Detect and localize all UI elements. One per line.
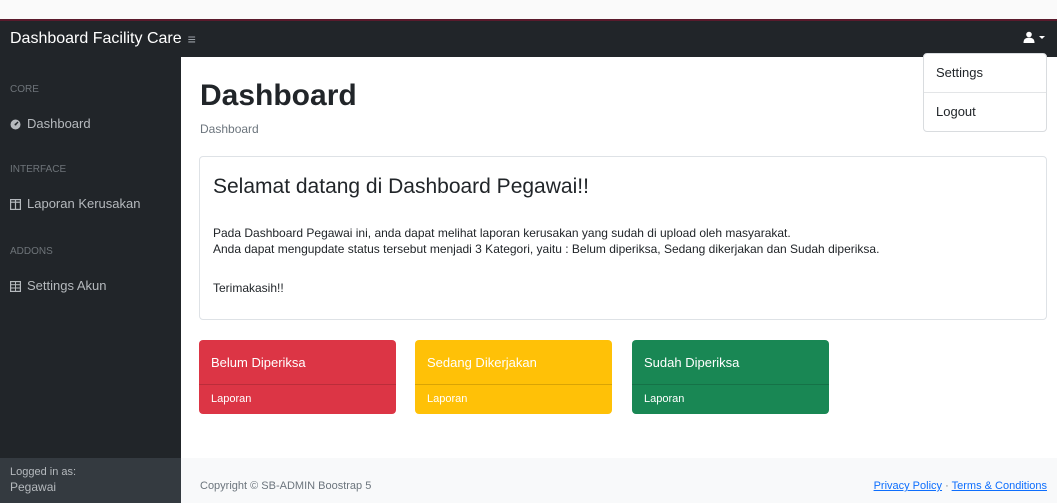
footer-separator: ·	[945, 480, 949, 492]
caret-down-icon	[1039, 35, 1045, 39]
status-card-title: Sudah Diperiksa	[632, 340, 829, 385]
page-title: Dashboard	[200, 79, 357, 112]
status-card-title: Belum Diperiksa	[199, 340, 396, 385]
welcome-title: Selamat datang di Dashboard Pegawai!!	[213, 175, 589, 198]
sidebar-footer: Logged in as: Pegawai	[0, 458, 181, 503]
top-strip	[0, 0, 1057, 21]
welcome-line-1: Pada Dashboard Pegawai ini, anda dapat m…	[213, 226, 791, 240]
status-card-sudah-diperiksa: Sudah Diperiksa Laporan	[632, 340, 829, 414]
sidebar-item-label: Laporan Kerusakan	[27, 196, 141, 211]
user-menu-toggle[interactable]	[1023, 31, 1045, 43]
user-icon	[1023, 31, 1035, 43]
logged-in-user: Pegawai	[10, 480, 57, 494]
copyright-text: Copyright © SB-ADMIN Boostrap 5	[200, 480, 372, 492]
footer-links: Privacy Policy · Terms & Conditions	[874, 480, 1047, 492]
status-card-sedang-dikerjakan: Sedang Dikerjakan Laporan	[415, 340, 612, 414]
page-footer: Copyright © SB-ADMIN Boostrap 5 Privacy …	[181, 458, 1057, 503]
sidebar-item-label: Dashboard	[27, 116, 91, 131]
status-card-link[interactable]: Laporan	[415, 385, 612, 414]
user-dropdown-menu: Settings Logout	[923, 53, 1047, 132]
status-card-title: Sedang Dikerjakan	[415, 340, 612, 385]
sidebar-item-settings-akun[interactable]: Settings Akun	[10, 278, 107, 293]
breadcrumb: Dashboard	[200, 122, 259, 136]
privacy-policy-link[interactable]: Privacy Policy	[874, 480, 942, 492]
sidebar: CORE Dashboard INTERFACE Laporan Kerusak…	[0, 57, 181, 503]
table-icon	[10, 280, 22, 293]
top-navbar: Dashboard Facility Care ≡	[0, 21, 1057, 57]
terms-conditions-link[interactable]: Terms & Conditions	[952, 480, 1047, 492]
status-card-link[interactable]: Laporan	[199, 385, 396, 414]
sidebar-heading-addons: ADDONS	[10, 246, 53, 257]
dropdown-item-settings[interactable]: Settings	[924, 54, 1046, 92]
welcome-text: Pada Dashboard Pegawai ini, anda dapat m…	[213, 225, 879, 257]
sidebar-item-laporan-kerusakan[interactable]: Laporan Kerusakan	[10, 196, 140, 211]
sidebar-heading-interface: INTERFACE	[10, 164, 67, 175]
status-card-link[interactable]: Laporan	[632, 385, 829, 414]
tachometer-icon	[10, 118, 21, 130]
logged-in-label: Logged in as:	[10, 466, 77, 478]
columns-icon	[10, 198, 22, 211]
welcome-line-2: Anda dapat mengupdate status tersebut me…	[213, 242, 880, 256]
welcome-card: Selamat datang di Dashboard Pegawai!! Pa…	[199, 156, 1047, 320]
dropdown-item-logout[interactable]: Logout	[924, 93, 1046, 131]
hamburger-menu-icon[interactable]: ≡	[188, 31, 196, 47]
navbar-brand[interactable]: Dashboard Facility Care	[10, 30, 182, 48]
sidebar-item-dashboard[interactable]: Dashboard	[10, 116, 91, 131]
sidebar-item-label: Settings Akun	[27, 278, 107, 293]
status-card-belum-diperiksa: Belum Diperiksa Laporan	[199, 340, 396, 414]
welcome-thanks: Terimakasih!!	[213, 281, 284, 295]
sidebar-heading-core: CORE	[10, 84, 39, 95]
